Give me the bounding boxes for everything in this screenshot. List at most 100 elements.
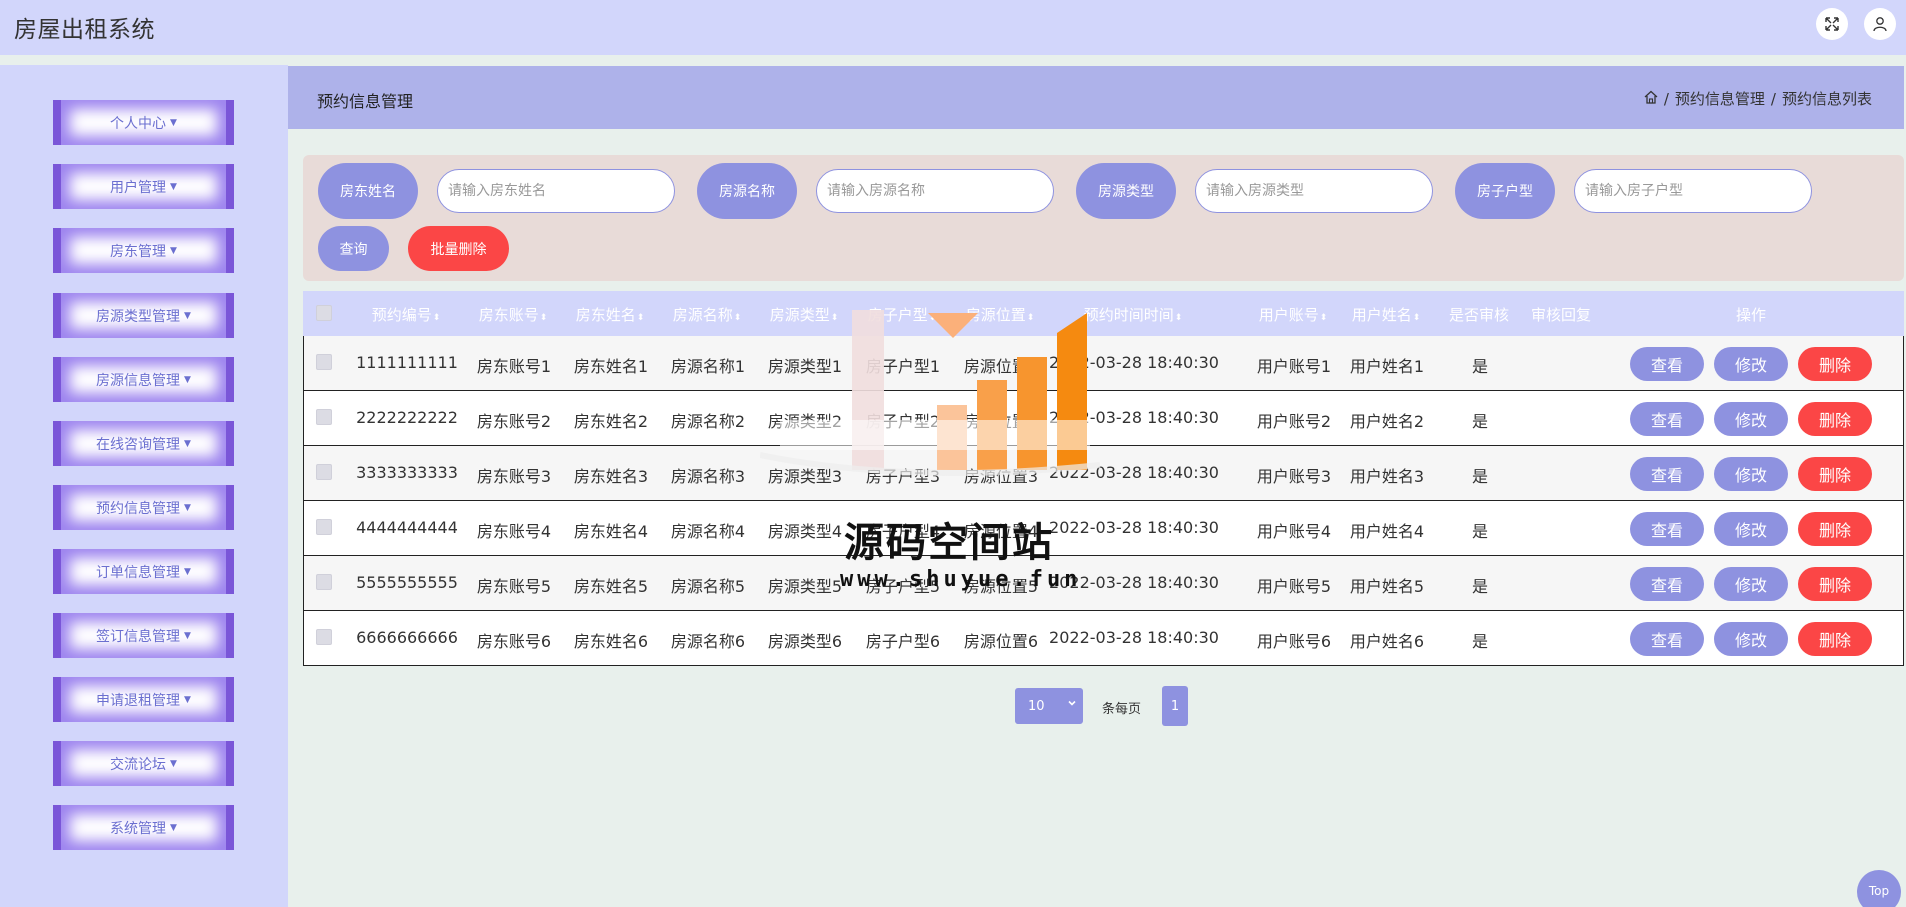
watermark-url: www.shuyue.fun xyxy=(840,567,1082,592)
table-cell: 3333333333 xyxy=(356,463,458,482)
delete-button[interactable]: 删除 xyxy=(1798,622,1872,656)
column-header[interactable]: 房东账号⬍ xyxy=(479,304,548,325)
page-size-select[interactable]: 10 xyxy=(1015,688,1083,724)
sidebar-item[interactable]: 房源类型管理 ▼ xyxy=(53,293,234,338)
sidebar-item[interactable]: 交流论坛 ▼ xyxy=(53,741,234,786)
table-cell: 房东账号4 xyxy=(476,522,552,541)
caret-down-icon: ▼ xyxy=(184,566,191,577)
delete-button[interactable]: 删除 xyxy=(1798,567,1872,601)
view-button[interactable]: 查看 xyxy=(1630,622,1704,656)
user-icon[interactable] xyxy=(1864,8,1896,40)
column-header-label: 用户姓名 xyxy=(1351,306,1412,324)
house-name-input[interactable] xyxy=(816,169,1054,213)
house-layout-input[interactable] xyxy=(1574,169,1812,213)
sidebar-item[interactable]: 房东管理 ▼ xyxy=(53,228,234,273)
sort-icon[interactable]: ⬍ xyxy=(637,313,645,323)
edit-button[interactable]: 修改 xyxy=(1714,622,1788,656)
table-cell: 用户账号3 xyxy=(1256,467,1332,486)
table-row: 5555555555 房东账号5 房东姓名5 房源名称5 房源类型5 房子户型5 房源位置5… xyxy=(303,556,1904,611)
edit-button[interactable]: 修改 xyxy=(1714,347,1788,381)
column-header[interactable]: 用户账号⬍ xyxy=(1259,304,1328,325)
page-title: 预约信息管理 xyxy=(317,92,414,111)
table-cell: 用户姓名2 xyxy=(1349,412,1425,431)
landlord-name-input[interactable] xyxy=(437,169,675,213)
edit-button[interactable]: 修改 xyxy=(1714,457,1788,491)
sort-icon[interactable]: ⬍ xyxy=(540,313,548,323)
breadcrumb-item[interactable]: 预约信息管理 xyxy=(1675,88,1765,109)
sort-icon[interactable]: ⬍ xyxy=(433,313,441,323)
sidebar-item[interactable]: 用户管理 ▼ xyxy=(53,164,234,209)
row-checkbox[interactable] xyxy=(316,464,332,480)
sort-icon[interactable]: ⬍ xyxy=(1413,313,1421,323)
delete-button[interactable]: 删除 xyxy=(1798,402,1872,436)
home-icon[interactable] xyxy=(1644,90,1658,108)
back-to-top-button[interactable]: Top xyxy=(1857,870,1901,907)
batch-delete-button[interactable]: 批量删除 xyxy=(408,226,509,271)
column-header[interactable]: 房东姓名⬍ xyxy=(576,304,645,325)
row-checkbox[interactable] xyxy=(316,629,332,645)
delete-button[interactable]: 删除 xyxy=(1798,512,1872,546)
table-cell: 房东账号1 xyxy=(476,357,552,376)
query-button[interactable]: 查询 xyxy=(318,226,389,271)
search-label-house-layout: 房子户型 xyxy=(1455,163,1555,219)
table-cell: 是 xyxy=(1471,577,1489,596)
column-header-label: 审核回复 xyxy=(1530,306,1592,324)
row-checkbox[interactable] xyxy=(316,409,332,425)
table-cell: 1111111111 xyxy=(356,353,458,372)
sidebar-item-label: 签订信息管理 xyxy=(96,628,181,645)
view-button[interactable]: 查看 xyxy=(1630,567,1704,601)
sidebar-item[interactable]: 在线咨询管理 ▼ xyxy=(53,421,234,466)
sidebar-item[interactable]: 签订信息管理 ▼ xyxy=(53,613,234,658)
view-button[interactable]: 查看 xyxy=(1630,512,1704,546)
sidebar-item[interactable]: 预约信息管理 ▼ xyxy=(53,485,234,530)
column-header[interactable]: 房源名称⬍ xyxy=(673,304,742,325)
column-header[interactable]: 用户姓名⬍ xyxy=(1352,304,1421,325)
sidebar-item[interactable]: 订单信息管理 ▼ xyxy=(53,549,234,594)
row-checkbox[interactable] xyxy=(316,354,332,370)
breadcrumb: / 预约信息管理 / 预约信息列表 xyxy=(1644,88,1872,109)
sort-icon[interactable]: ⬍ xyxy=(734,313,742,323)
search-label-landlord-name: 房东姓名 xyxy=(318,163,418,219)
caret-down-icon: ▼ xyxy=(170,758,177,769)
sidebar-item-label: 房源类型管理 xyxy=(96,308,181,325)
sidebar-item[interactable]: 申请退租管理 ▼ xyxy=(53,677,234,722)
search-label-house-name: 房源名称 xyxy=(697,163,797,219)
column-header-label: 操作 xyxy=(1735,306,1767,324)
sidebar-item-label: 用户管理 xyxy=(110,179,167,196)
view-button[interactable]: 查看 xyxy=(1630,347,1704,381)
edit-button[interactable]: 修改 xyxy=(1714,402,1788,436)
sidebar-item[interactable]: 个人中心 ▼ xyxy=(53,100,234,145)
sidebar-item[interactable]: 房源信息管理 ▼ xyxy=(53,357,234,402)
delete-button[interactable]: 删除 xyxy=(1798,457,1872,491)
row-checkbox[interactable] xyxy=(316,574,332,590)
table-cell: 2222222222 xyxy=(356,408,458,427)
sort-icon[interactable]: ⬍ xyxy=(1320,313,1328,323)
caret-down-icon: ▼ xyxy=(170,117,177,128)
view-button[interactable]: 查看 xyxy=(1630,402,1704,436)
table-row: 4444444444 房东账号4 房东姓名4 房源名称4 房源类型4 房子户型4 房源位置4… xyxy=(303,501,1904,556)
edit-button[interactable]: 修改 xyxy=(1714,567,1788,601)
sort-icon[interactable]: ⬍ xyxy=(1175,313,1183,323)
breadcrumb-item: 预约信息列表 xyxy=(1781,90,1872,108)
page-number-current[interactable]: 1 xyxy=(1162,686,1188,726)
table-cell: 用户账号5 xyxy=(1256,577,1332,596)
sidebar: 个人中心 ▼ 用户管理 ▼ 房东管理 ▼ 房源类型管理 ▼ 房源信息管理 ▼ 在线咨询管理 ▼ 预约信息… xyxy=(0,65,288,907)
column-header: 是否审核 xyxy=(1449,304,1509,325)
sidebar-item[interactable]: 系统管理 ▼ xyxy=(53,805,234,850)
table-cell: 房源名称1 xyxy=(670,357,746,376)
row-checkbox[interactable] xyxy=(316,519,332,535)
edit-button[interactable]: 修改 xyxy=(1714,512,1788,546)
search-label-house-type: 房源类型 xyxy=(1076,163,1176,219)
table-cell: 房子户型6 xyxy=(865,632,941,651)
caret-down-icon: ▼ xyxy=(170,822,177,833)
table-cell: 房源类型5 xyxy=(767,577,843,596)
watermark-title: 源码空间站 xyxy=(844,520,1054,566)
fullscreen-icon[interactable] xyxy=(1816,8,1848,40)
delete-button[interactable]: 删除 xyxy=(1798,347,1872,381)
select-all-checkbox[interactable] xyxy=(316,305,332,321)
view-button[interactable]: 查看 xyxy=(1630,457,1704,491)
column-header[interactable]: 预约编号⬍ xyxy=(372,304,441,325)
house-type-input[interactable] xyxy=(1195,169,1433,213)
table-cell: 用户姓名6 xyxy=(1349,632,1425,651)
chevron-down-icon xyxy=(1067,697,1077,711)
